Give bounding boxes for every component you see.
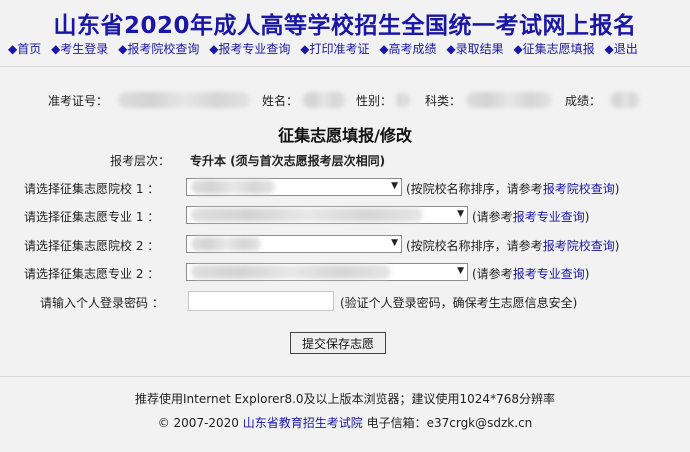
browser-recommendation: 推荐使用Internet Explorer8.0及以上版本浏览器；建议使用102…	[135, 392, 555, 406]
major1-note: (请参考报考专业查询)	[472, 208, 589, 225]
copyright: © 2007-2020 山东省教育招生考试院 电子信箱：e37crgk@sdzk…	[0, 414, 690, 431]
major2-note: (请参考报考专业查询)	[472, 265, 589, 282]
major2-note-text: (请参考	[472, 267, 513, 281]
top-nav: ◆首页 ◆考生登录 ◆报考院校查询 ◆报考专业查询 ◆打印准考证 ◆高考成绩 ◆…	[8, 40, 690, 57]
password-note: (验证个人登录密码，确保考生志愿信息安全)	[340, 296, 578, 310]
score-label: 成绩：	[565, 94, 602, 108]
name-label: 姓名：	[262, 94, 299, 108]
chevron-down-icon: ▼	[457, 266, 464, 276]
school2-note-text: (按院校名称排序，请参考	[406, 239, 543, 253]
school2-label: 请选择征集志愿院校 2 ：	[24, 239, 160, 253]
nav-login[interactable]: ◆考生登录	[51, 42, 108, 56]
level-value: 专升本 (须与首次志愿报考层次相同)	[190, 154, 386, 168]
chevron-down-icon: ▼	[457, 209, 464, 219]
contact-email: 电子信箱：e37crgk@sdzk.cn	[362, 416, 533, 430]
header: 山东省2020年成人高等学校招生全国统一考试网上报名 ◆首页 ◆考生登录 ◆报考…	[0, 0, 690, 66]
major1-label: 请选择征集志愿专业 1 ：	[24, 210, 160, 224]
school1-note-suffix: )	[614, 182, 620, 196]
major1-selected-value-redacted	[191, 208, 423, 222]
school2-note-suffix: )	[614, 239, 620, 253]
password-label: 请输入个人登录密码 ：	[40, 296, 164, 310]
major-query-link-2[interactable]: 报考专业查询	[513, 267, 585, 281]
major1-note-suffix: )	[584, 210, 590, 224]
nav-exam-score[interactable]: ◆高考成绩	[379, 42, 436, 56]
subject-label: 科类：	[425, 94, 462, 108]
nav-logout[interactable]: ◆退出	[605, 42, 638, 56]
exam-institute-link[interactable]: 山东省教育招生考试院	[243, 416, 363, 430]
school-query-link-2[interactable]: 报考院校查询	[543, 239, 615, 253]
school1-selected-value-redacted	[191, 180, 275, 194]
school1-note-text: (按院校名称排序，请参考	[406, 182, 543, 196]
major2-selected-value-redacted	[191, 265, 391, 279]
major2-note-suffix: )	[584, 267, 590, 281]
nav-print-admission-ticket[interactable]: ◆打印准考证	[300, 42, 369, 56]
exam-no-label: 准考证号：	[48, 94, 109, 108]
password-input[interactable]	[188, 291, 334, 311]
major2-select[interactable]: ▼	[186, 263, 468, 281]
nav-school-query[interactable]: ◆报考院校查询	[118, 42, 199, 56]
school-query-link-1[interactable]: 报考院校查询	[543, 182, 615, 196]
score-value-redacted	[610, 92, 640, 108]
copyright-prefix: © 2007-2020	[157, 416, 243, 430]
page: 山东省2020年成人高等学校招生全国统一考试网上报名 ◆首页 ◆考生登录 ◆报考…	[0, 0, 690, 452]
nav-admission-result[interactable]: ◆录取结果	[446, 42, 503, 56]
gender-label: 性别：	[356, 94, 393, 108]
school2-selected-value-redacted	[191, 237, 261, 251]
gender-value-redacted	[396, 92, 410, 108]
chevron-down-icon: ▼	[391, 238, 398, 248]
level-label: 报考层次：	[110, 154, 171, 168]
nav-major-query[interactable]: ◆报考专业查询	[209, 42, 290, 56]
submit-button[interactable]: 提交保存志愿	[290, 332, 386, 354]
page-title: 山东省2020年成人高等学校招生全国统一考试网上报名	[53, 13, 637, 39]
footer-divider	[0, 376, 690, 377]
form-title: 征集志愿填报/修改	[278, 126, 412, 145]
header-divider	[0, 66, 690, 67]
school1-label: 请选择征集志愿院校 1 ：	[24, 182, 160, 196]
school1-select[interactable]: ▼	[186, 178, 402, 196]
school1-note: (按院校名称排序，请参考报考院校查询)	[406, 180, 619, 197]
nav-home[interactable]: ◆首页	[8, 42, 41, 56]
school2-select[interactable]: ▼	[186, 235, 402, 253]
subject-value-redacted	[466, 92, 552, 108]
major2-label: 请选择征集志愿专业 2 ：	[24, 267, 160, 281]
name-value-redacted	[302, 92, 346, 108]
school2-note: (按院校名称排序，请参考报考院校查询)	[406, 237, 619, 254]
exam-no-value-redacted	[118, 92, 250, 108]
chevron-down-icon: ▼	[391, 181, 398, 191]
nav-supplementary-application[interactable]: ◆征集志愿填报	[513, 42, 594, 56]
major1-select[interactable]: ▼	[186, 206, 468, 224]
major1-note-text: (请参考	[472, 210, 513, 224]
major-query-link-1[interactable]: 报考专业查询	[513, 210, 585, 224]
